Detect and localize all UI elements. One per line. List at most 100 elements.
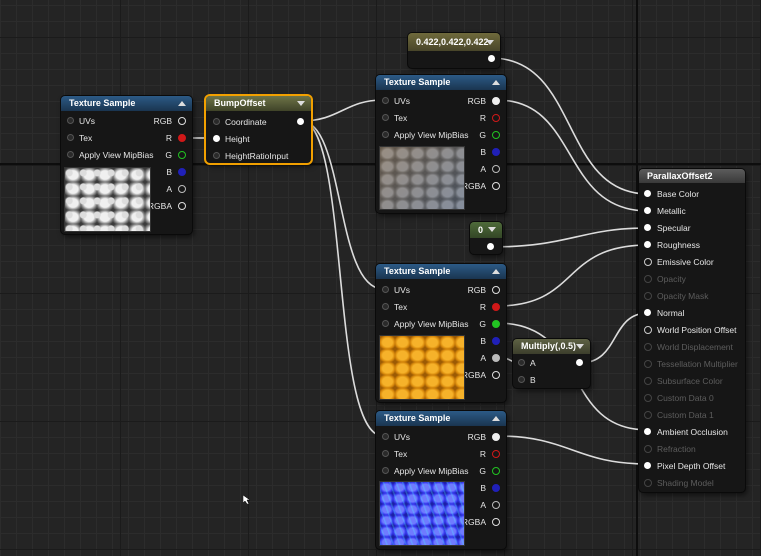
node-header[interactable]: ParallaxOffset2 (639, 169, 745, 183)
node-header[interactable]: BumpOffset (206, 96, 311, 111)
pin-uvs-icon[interactable] (382, 433, 389, 440)
texture-thumbnail[interactable] (64, 167, 151, 232)
pin-b-icon[interactable] (518, 376, 525, 383)
output-rgba-icon[interactable] (178, 202, 186, 210)
pin-label: Opacity Mask (657, 291, 709, 301)
output-rgb-icon[interactable] (492, 97, 500, 105)
output-r-icon[interactable] (492, 114, 500, 122)
output-label: RGB (153, 116, 172, 126)
constant-node[interactable]: 0 (470, 222, 502, 254)
collapse-arrow-icon[interactable] (492, 269, 500, 274)
pin-tex-icon[interactable] (382, 114, 389, 121)
pin-label: Tex (394, 113, 408, 123)
pin-label: UVs (79, 116, 96, 126)
multiply-node[interactable]: Multiply(,0.5) A B (513, 339, 590, 388)
output-g-icon[interactable] (178, 151, 186, 159)
texture-thumbnail[interactable] (379, 146, 465, 210)
output-rgba-icon[interactable] (492, 518, 500, 526)
pin-a-icon[interactable] (518, 359, 525, 366)
collapse-arrow-icon[interactable] (492, 416, 500, 421)
node-header[interactable]: Texture Sample (376, 411, 506, 426)
output-b-icon[interactable] (492, 484, 500, 492)
output-icon[interactable] (488, 55, 495, 62)
mouse-cursor-icon (243, 495, 251, 504)
pin-label: Pixel Depth Offset (657, 461, 726, 471)
pin-tex-icon[interactable] (382, 303, 389, 310)
pin-mipbias-icon[interactable] (67, 151, 74, 158)
output-icon[interactable] (487, 243, 494, 250)
pin-tex-icon[interactable] (67, 134, 74, 141)
texture-sample-node-2[interactable]: Texture Sample UVs Tex Apply View MipBia… (376, 75, 506, 213)
output-a-icon[interactable] (492, 165, 500, 173)
texture-sample-node-3[interactable]: Texture Sample UVs Tex Apply View MipBia… (376, 264, 506, 402)
pin-uvs-icon[interactable] (382, 97, 389, 104)
pin-icon (644, 190, 651, 197)
output-rgb-icon[interactable] (492, 433, 500, 441)
pin-icon (644, 224, 651, 231)
collapse-arrow-icon[interactable] (488, 227, 496, 232)
output-label: A (480, 500, 486, 510)
collapse-arrow-icon[interactable] (297, 101, 305, 106)
pin-label: Tex (79, 133, 93, 143)
output-rgb-icon[interactable] (492, 286, 500, 294)
pin-heightratio-icon[interactable] (213, 152, 220, 159)
bump-offset-node[interactable]: BumpOffset Coordinate Height HeightRatio… (206, 96, 311, 163)
output-label: RGB (467, 432, 486, 442)
output-g-icon[interactable] (492, 131, 500, 139)
output-label: RGBA (147, 201, 172, 211)
texture-sample-node-1[interactable]: Texture Sample UVs Tex Apply View MipBia… (61, 96, 192, 234)
node-header[interactable]: Texture Sample (376, 75, 506, 90)
pin-label: Custom Data 1 (657, 410, 714, 420)
collapse-arrow-icon[interactable] (486, 40, 494, 45)
collapse-arrow-icon[interactable] (576, 344, 584, 349)
output-r-icon[interactable] (178, 134, 186, 142)
collapse-arrow-icon[interactable] (492, 80, 500, 85)
node-header[interactable]: Multiply(,0.5) (513, 339, 590, 354)
pin-coordinate-icon[interactable] (213, 118, 220, 125)
output-icon[interactable] (297, 118, 304, 125)
output-b-icon[interactable] (492, 148, 500, 156)
pin-mipbias-icon[interactable] (382, 467, 389, 474)
pin-label: Metallic (657, 206, 686, 216)
pin-uvs-icon[interactable] (67, 117, 74, 124)
texture-sample-node-4[interactable]: Texture Sample UVs Tex Apply View MipBia… (376, 411, 506, 549)
output-a-icon[interactable] (492, 501, 500, 509)
output-rgb-icon[interactable] (178, 117, 186, 125)
output-r-icon[interactable] (492, 450, 500, 458)
collapse-arrow-icon[interactable] (178, 101, 186, 106)
node-header[interactable]: Texture Sample (61, 96, 192, 111)
output-b-icon[interactable] (178, 168, 186, 176)
pin-height-icon[interactable] (213, 135, 220, 142)
pin-label: Subsurface Color (657, 376, 723, 386)
output-label: R (479, 302, 486, 312)
output-g-icon[interactable] (492, 320, 500, 328)
texture-thumbnail[interactable] (379, 481, 465, 546)
pin-label: UVs (394, 432, 411, 442)
pin-label: Tex (394, 302, 408, 312)
pin-label: Refraction (657, 444, 696, 454)
pin-uvs-icon[interactable] (382, 286, 389, 293)
output-r-icon[interactable] (492, 303, 500, 311)
output-label: A (480, 164, 486, 174)
output-rgba-icon[interactable] (492, 371, 500, 379)
output-b-icon[interactable] (492, 337, 500, 345)
constant3-node[interactable]: 0.422,0.422,0.422 (408, 33, 500, 68)
material-output-node[interactable]: ParallaxOffset2 Base Color Metallic Spec… (639, 169, 745, 492)
output-g-icon[interactable] (492, 467, 500, 475)
node-header[interactable]: 0 (470, 222, 502, 238)
wire-multiply-to-normal (579, 312, 649, 364)
output-a-icon[interactable] (492, 354, 500, 362)
node-header[interactable]: 0.422,0.422,0.422 (408, 33, 500, 51)
output-rgba-icon[interactable] (492, 182, 500, 190)
texture-thumbnail[interactable] (379, 335, 465, 400)
pin-icon (644, 326, 652, 334)
pin-mipbias-icon[interactable] (382, 320, 389, 327)
output-a-icon[interactable] (178, 185, 186, 193)
node-header[interactable]: Texture Sample (376, 264, 506, 279)
node-title: BumpOffset (214, 98, 266, 108)
output-icon[interactable] (576, 359, 583, 366)
pin-mipbias-icon[interactable] (382, 131, 389, 138)
wire-tex4-rgb-to-pdo (496, 435, 649, 465)
node-title: ParallaxOffset2 (647, 171, 713, 181)
pin-tex-icon[interactable] (382, 450, 389, 457)
